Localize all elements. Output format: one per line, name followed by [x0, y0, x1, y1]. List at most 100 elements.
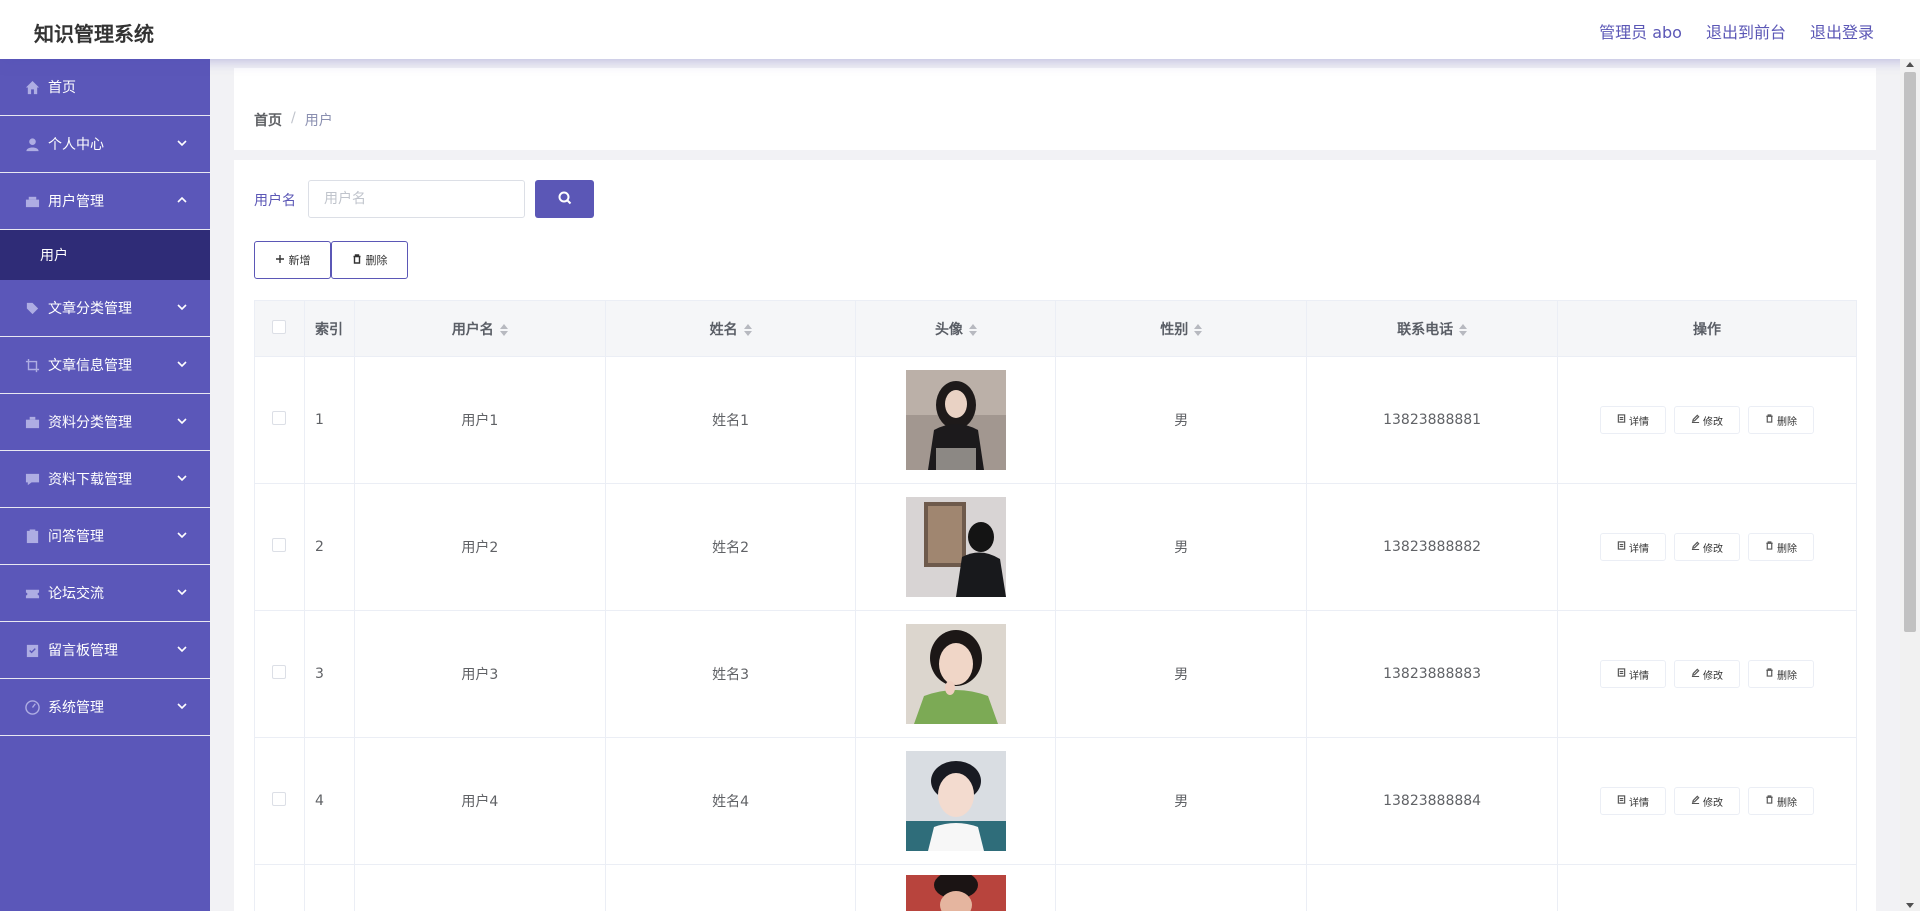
row-checkbox[interactable]	[272, 411, 287, 425]
row-name: 姓名1	[604, 356, 857, 484]
pencil-icon	[1691, 795, 1700, 807]
sidebar-item-home[interactable]: 首页	[0, 59, 210, 116]
sidebar-item-message-board[interactable]: 留言板管理	[0, 622, 210, 679]
row-name: 姓名4	[604, 737, 857, 865]
sort-icon[interactable]	[1459, 323, 1468, 336]
sidebar-item-label: 资料分类管理	[48, 415, 132, 431]
sidebar-item-article-info[interactable]: 文章信息管理	[0, 337, 210, 394]
detail-button[interactable]: 详情	[1600, 787, 1667, 815]
home-icon	[24, 79, 40, 95]
sort-icon[interactable]	[1194, 323, 1203, 336]
delete-row-button[interactable]: 删除	[1748, 406, 1815, 434]
breadcrumb-home[interactable]: 首页	[254, 110, 282, 130]
delete-button[interactable]: 删除	[331, 241, 408, 279]
sidebar-item-label: 留言板管理	[48, 643, 118, 659]
chevron-down-icon	[176, 415, 188, 427]
header-ops: 操作	[1557, 300, 1857, 357]
delete-row-label: 删除	[1777, 543, 1798, 555]
header-phone[interactable]: 联系电话	[1306, 300, 1559, 357]
header-name-label: 姓名	[709, 321, 738, 338]
add-button[interactable]: 新增	[254, 241, 331, 279]
chevron-down-icon	[176, 137, 188, 149]
search-button[interactable]	[535, 180, 594, 218]
sidebar-item-material-download[interactable]: 资料下载管理	[0, 451, 210, 508]
delete-row-button[interactable]: 删除	[1748, 533, 1815, 561]
delete-row-button[interactable]: 删除	[1748, 787, 1815, 815]
row-actions: 详情 修改 删除	[1558, 787, 1856, 815]
sort-icon[interactable]	[968, 323, 977, 336]
chevron-down-icon	[176, 529, 188, 541]
scroll-up-arrow-icon[interactable]	[1906, 62, 1914, 67]
edit-button[interactable]: 修改	[1674, 787, 1741, 815]
sidebar-item-system-management[interactable]: 系统管理	[0, 679, 210, 736]
sidebar-item-qa-management[interactable]: 问答管理	[0, 508, 210, 565]
user-icon	[24, 136, 40, 152]
row-actions: 详情 修改 删除	[1558, 406, 1856, 434]
row-index: 3	[303, 610, 355, 738]
row-avatar-cell	[855, 356, 1057, 484]
row-index: 2	[303, 483, 355, 611]
edit-button-label: 修改	[1703, 416, 1724, 428]
row-checkbox-cell	[254, 610, 305, 738]
vertical-scrollbar[interactable]	[1900, 59, 1920, 911]
ticket-icon	[24, 585, 40, 601]
delete-row-button[interactable]: 删除	[1748, 660, 1815, 688]
edit-button[interactable]: 修改	[1674, 660, 1741, 688]
detail-button[interactable]: 详情	[1600, 533, 1667, 561]
row-username: 用户4	[353, 737, 606, 865]
search-input[interactable]	[308, 180, 525, 218]
row-checkbox[interactable]	[272, 665, 287, 679]
detail-button[interactable]: 详情	[1600, 660, 1667, 688]
exit-to-frontend-link[interactable]: 退出到前台	[1706, 19, 1786, 43]
row-checkbox[interactable]	[272, 792, 287, 806]
chevron-down-icon	[176, 358, 188, 370]
users-icon	[24, 193, 40, 209]
row-checkbox[interactable]	[272, 538, 287, 552]
row-phone: 13823888884	[1306, 737, 1559, 865]
row-actions: 详情 修改 删除	[1558, 533, 1856, 561]
header-avatar[interactable]: 头像	[855, 300, 1057, 357]
row-name: 姓名2	[604, 483, 857, 611]
header-name[interactable]: 姓名	[604, 300, 857, 357]
edit-button[interactable]: 修改	[1674, 406, 1741, 434]
sort-icon[interactable]	[499, 323, 508, 336]
row-name	[604, 864, 857, 911]
sidebar-item-user-management[interactable]: 用户管理	[0, 173, 210, 230]
document-icon	[1617, 541, 1626, 553]
delete-row-label: 删除	[1777, 416, 1798, 428]
logout-link[interactable]: 退出登录	[1810, 19, 1874, 43]
briefcase-icon	[24, 414, 40, 430]
sidebar-subitem-users[interactable]: 用户	[0, 230, 210, 280]
chevron-down-icon	[176, 472, 188, 484]
header-username[interactable]: 用户名	[353, 300, 606, 357]
table-row: 1 用户1 姓名1 男 13823888881 详情 修改 删除	[254, 356, 1857, 484]
scroll-down-arrow-icon[interactable]	[1906, 903, 1914, 908]
sidebar-item-article-category[interactable]: 文章分类管理	[0, 280, 210, 337]
sidebar-item-forum[interactable]: 论坛交流	[0, 565, 210, 622]
sidebar-item-material-category[interactable]: 资料分类管理	[0, 394, 210, 451]
row-avatar-cell	[855, 610, 1057, 738]
edit-button[interactable]: 修改	[1674, 533, 1741, 561]
detail-button[interactable]: 详情	[1600, 406, 1667, 434]
pencil-icon	[1691, 541, 1700, 553]
admin-user-label[interactable]: 管理员 abo	[1599, 19, 1682, 43]
row-ops-cell: 详情 修改 删除	[1557, 610, 1857, 738]
avatar	[905, 875, 1006, 911]
trash-icon	[1765, 668, 1774, 680]
avatar	[905, 751, 1006, 851]
row-gender: 男	[1055, 356, 1308, 484]
add-button-label: 新增	[288, 254, 311, 267]
sort-icon[interactable]	[743, 323, 752, 336]
sidebar-item-personal-center[interactable]: 个人中心	[0, 116, 210, 173]
table-row: 2 用户2 姓名2 男 13823888882 详情 修改 删除	[254, 483, 1857, 611]
sidebar-item-label: 文章信息管理	[48, 358, 132, 374]
avatar	[905, 370, 1006, 470]
select-all-checkbox[interactable]	[272, 319, 287, 334]
sidebar: 首页 个人中心 用户管理 用户 文章分类管理 文章信息管理 资料分类管理 资料下…	[0, 59, 210, 911]
sidebar-item-label: 文章分类管理	[48, 301, 132, 317]
trash-icon	[1765, 795, 1774, 807]
row-gender: 男	[1055, 737, 1308, 865]
scrollbar-thumb[interactable]	[1904, 72, 1916, 632]
trash-icon	[1765, 541, 1774, 553]
header-gender[interactable]: 性别	[1055, 300, 1308, 357]
